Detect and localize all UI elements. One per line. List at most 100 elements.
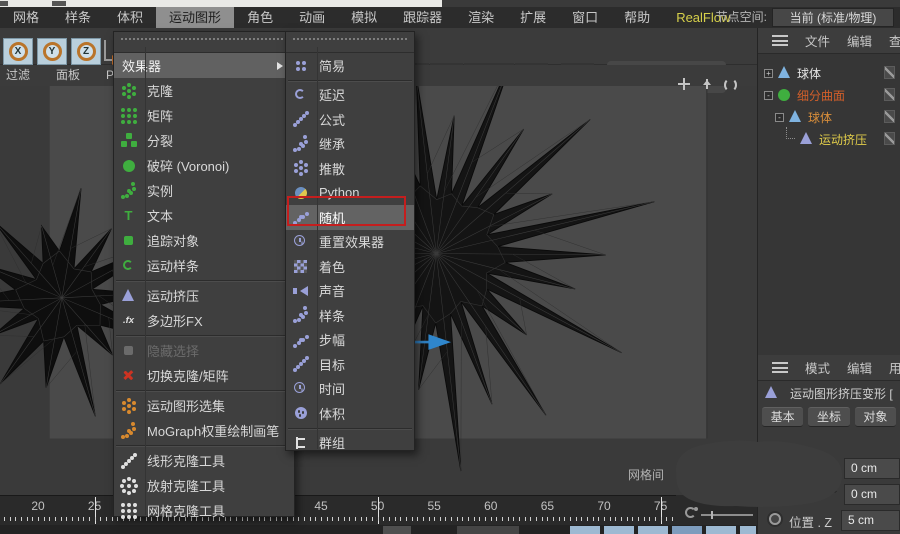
z-axis-lock-button[interactable]: Z (71, 38, 101, 65)
menubar-item-样条[interactable]: 样条 (52, 7, 104, 28)
x-axis-lock-button[interactable]: X (3, 38, 33, 65)
tab-对象[interactable]: 对象 (855, 407, 896, 427)
mograph-menu-item-18[interactable]: 线形克隆工具 (114, 448, 294, 473)
effector-menu-item-14[interactable]: 时间 (286, 377, 414, 402)
mograph-menu-item-6[interactable]: 追踪对象 (114, 228, 294, 253)
ruler-tick (610, 517, 611, 521)
tab-基本[interactable]: 基本 (762, 407, 803, 427)
mograph-menu-item-10[interactable]: .fx多边形FX (114, 308, 294, 333)
menubar-item-角色[interactable]: 角色 (234, 7, 286, 28)
mograph-menu-item-19[interactable]: 放射克隆工具 (114, 473, 294, 498)
ruler-tick (112, 517, 113, 521)
position-y-field[interactable]: 0 cm (844, 484, 900, 505)
position-x-field[interactable]: 0 cm (844, 458, 900, 479)
tree-row-球体[interactable]: +球体 (758, 62, 900, 84)
effector-menu-item-4[interactable]: 继承 (286, 132, 414, 157)
tree-expander-icon[interactable]: - (764, 91, 773, 100)
menubar-item-跟踪器[interactable]: 跟踪器 (390, 7, 455, 28)
menu-item-effectors[interactable]: 效果器 (114, 53, 294, 78)
mograph-menu-item-13[interactable]: 切换克隆/矩阵 (114, 363, 294, 388)
hamburger-menu-icon[interactable] (772, 35, 788, 46)
effector-menu-item-15[interactable]: 体积 (286, 401, 414, 426)
node-space-selector[interactable]: 当前 (标准/物理) (772, 8, 894, 27)
pan-icon[interactable] (676, 77, 692, 92)
timeline-ruler[interactable]: 202530354045505560657075 (0, 495, 676, 525)
viewport-menu-面板[interactable]: 面板 (56, 65, 80, 86)
mograph-menu-item-5[interactable]: T文本 (114, 203, 294, 228)
effector-menu-item-2[interactable]: 延迟 (286, 83, 414, 108)
tree-row-细分曲面[interactable]: -细分曲面 (758, 84, 900, 106)
mograph-menu-item-3[interactable]: 破碎 (Voronoi) (114, 153, 294, 178)
effector-menu-item-11[interactable]: 样条 (286, 303, 414, 328)
menubar-item-运动图形[interactable]: 运动图形 (156, 7, 234, 28)
mograph-menu-item-15[interactable]: 运动图形选集 (114, 393, 294, 418)
effector-menu-item-9[interactable]: 着色 (286, 254, 414, 279)
tree-expander-icon[interactable]: + (764, 69, 773, 78)
effector-menu-item-0[interactable]: 简易 (286, 53, 414, 78)
ruler-tick (15, 517, 16, 521)
rotate-icon[interactable] (722, 77, 738, 92)
menubar-item-扩展[interactable]: 扩展 (507, 7, 559, 28)
mograph-menu-item-20[interactable]: 网格克隆工具 (114, 498, 294, 523)
ruler-tick (10, 517, 11, 521)
om-menu-文件[interactable]: 文件 (805, 31, 830, 50)
effector-menu-item-3[interactable]: 公式 (286, 107, 414, 132)
y-axis-lock-button[interactable]: Y (37, 38, 67, 65)
mograph-menu-item-0[interactable]: 克隆 (114, 78, 294, 103)
mograph-menu-item-2[interactable]: 分裂 (114, 128, 294, 153)
effector-menu-item-10[interactable]: 声音 (286, 279, 414, 304)
tab-坐标[interactable]: 坐标 (808, 407, 849, 427)
visibility-toggle-icon[interactable] (884, 88, 895, 101)
mograph-menu-item-9[interactable]: 运动挤压 (114, 283, 294, 308)
hamburger-menu-icon[interactable] (772, 362, 788, 373)
tree-row-球体[interactable]: -球体 (758, 106, 900, 128)
effector-menu-item-12[interactable]: 步幅 (286, 328, 414, 353)
mograph-menu-item-1[interactable]: 矩阵 (114, 103, 294, 128)
timeline-scale-slider[interactable] (701, 514, 753, 516)
refresh-icon[interactable] (685, 507, 696, 518)
effector-menu-item-8[interactable]: 重置效果器 (286, 230, 414, 255)
am-menu-用户[interactable]: 用户 (889, 358, 900, 377)
effector-menu-item-13[interactable]: 目标 (286, 352, 414, 377)
mograph-menu-item-7[interactable]: 运动样条 (114, 253, 294, 278)
om-menu-查看[interactable]: 查看 (889, 31, 900, 50)
ruler-number: 65 (541, 499, 554, 513)
am-menu-模式[interactable]: 模式 (805, 358, 830, 377)
top-window-sliver (0, 0, 442, 7)
menubar-item-体积[interactable]: 体积 (104, 7, 156, 28)
effector-menu-item-5[interactable]: 推散 (286, 156, 414, 181)
menubar-item-帮助[interactable]: 帮助 (611, 7, 663, 28)
sphere-object-icon (788, 110, 803, 124)
mograph-menu-item-4[interactable]: 实例 (114, 178, 294, 203)
effector-menu-item-17[interactable]: 群组 (286, 431, 414, 456)
ruler-tick (508, 517, 509, 521)
position-z-field[interactable]: 5 cm (841, 510, 900, 531)
zoom-icon[interactable] (699, 77, 715, 92)
menubar-item-渲染[interactable]: 渲染 (455, 7, 507, 28)
visibility-toggle-icon[interactable] (884, 132, 895, 145)
ruler-tick (423, 517, 424, 521)
am-menu-编辑[interactable]: 编辑 (847, 358, 872, 377)
menu-item-label: 样条 (319, 306, 345, 325)
menubar-item-模拟[interactable]: 模拟 (338, 7, 390, 28)
menubar-item-网格[interactable]: 网格 (0, 7, 52, 28)
menu-item-label: 运动样条 (147, 256, 199, 275)
tree-row-运动挤压[interactable]: 运动挤压 (758, 128, 900, 150)
hide-selected-icon (120, 342, 137, 359)
menu-item-label: 延迟 (319, 85, 345, 104)
menu-tearoff-strip[interactable] (286, 38, 414, 53)
menu-tearoff-strip[interactable] (114, 38, 294, 53)
viewport-menu-过滤[interactable]: 过滤 (6, 65, 30, 86)
menubar-item-窗口[interactable]: 窗口 (559, 7, 611, 28)
keyframe-ring-icon[interactable] (769, 513, 781, 525)
visibility-toggle-icon[interactable] (884, 66, 895, 79)
om-menu-编辑[interactable]: 编辑 (847, 31, 872, 50)
ruler-tick (315, 517, 316, 521)
tree-expander-icon[interactable]: - (775, 113, 784, 122)
timeline-range-strip[interactable] (0, 525, 757, 534)
visibility-toggle-icon[interactable] (884, 110, 895, 123)
ruler-tick (355, 517, 356, 521)
ruler-tick (321, 517, 322, 521)
menubar-item-动画[interactable]: 动画 (286, 7, 338, 28)
mograph-menu-item-16[interactable]: MoGraph权重绘制画笔 (114, 418, 294, 443)
